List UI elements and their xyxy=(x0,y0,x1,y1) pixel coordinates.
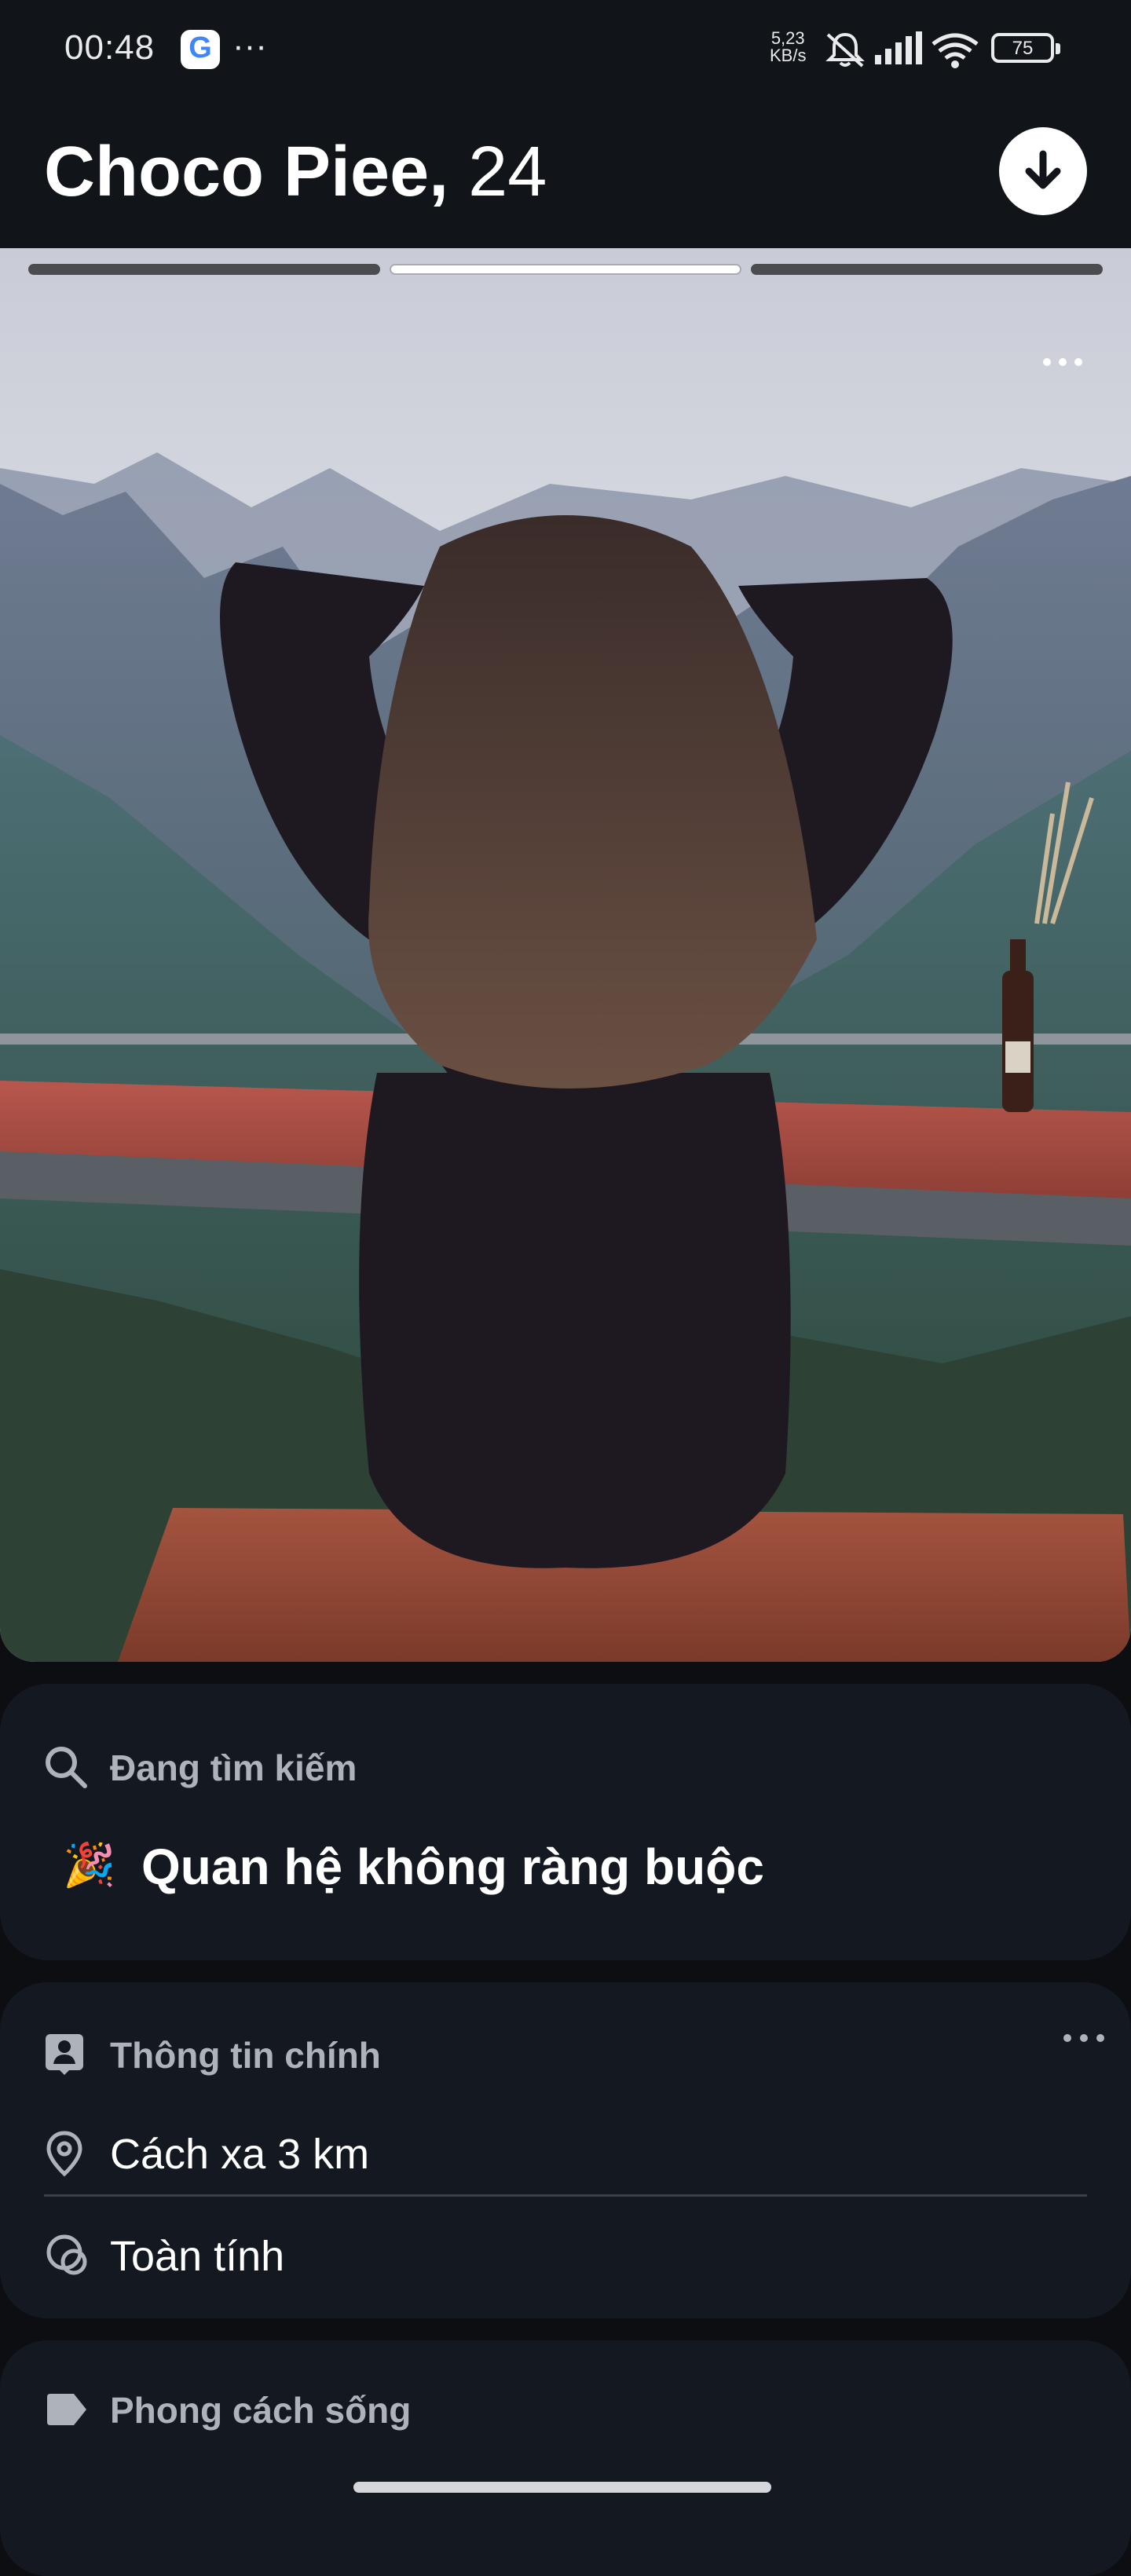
lifestyle-label: Phong cách sống xyxy=(110,2390,412,2431)
location-pin-icon xyxy=(46,2131,82,2177)
status-time: 00:48 xyxy=(64,28,156,67)
basics-card: Thông tin chính Cách xa 3 km Toàn tính xyxy=(0,1982,1131,2318)
status-bar: 00:48 G ··· 5,23 KB/s 75 xyxy=(0,0,1131,94)
tag-icon xyxy=(47,2394,86,2425)
search-icon xyxy=(46,1747,87,1788)
bell-muted-icon xyxy=(825,32,865,68)
photo-progress xyxy=(28,264,1103,276)
photo-progress-segment-1 xyxy=(28,264,380,275)
arrow-down-icon xyxy=(1025,150,1061,189)
looking-for-value: Quan hệ không ràng buộc xyxy=(141,1839,764,1895)
distance-text: Cách xa 3 km xyxy=(110,2131,370,2178)
photo-progress-segment-3 xyxy=(751,264,1103,275)
basics-divider xyxy=(44,2194,1087,2197)
collapse-profile-button[interactable] xyxy=(999,127,1087,215)
signal-icon xyxy=(875,31,922,64)
more-notifications-icon: ··· xyxy=(232,27,267,65)
basics-more-options-icon[interactable] xyxy=(1060,2026,1107,2050)
profile-title: Choco Piee, 24 xyxy=(44,129,547,215)
looking-for-card: Đang tìm kiếm 🎉 Quan hệ không ràng buộc xyxy=(0,1684,1131,1960)
gender-text: Toàn tính xyxy=(110,2233,285,2280)
profile-name: Choco Piee, xyxy=(44,133,449,211)
basics-label: Thông tin chính xyxy=(110,2035,381,2076)
home-indicator[interactable] xyxy=(353,2482,771,2493)
network-speed: 5,23 KB/s xyxy=(770,28,807,65)
profile-age: 24 xyxy=(468,133,547,211)
photo-more-options-icon[interactable] xyxy=(1035,342,1098,382)
battery-icon: 75 xyxy=(991,33,1060,63)
profile-photo[interactable] xyxy=(0,248,1131,1662)
gender-icon xyxy=(46,2234,87,2275)
photo-image xyxy=(0,248,1131,1662)
lifestyle-card: Phong cách sống xyxy=(0,2340,1131,2576)
wifi-icon xyxy=(932,33,979,68)
photo-progress-segment-2 xyxy=(390,264,741,275)
party-popper-icon: 🎉 xyxy=(63,1842,116,1889)
looking-for-label: Đang tìm kiếm xyxy=(110,1747,357,1788)
google-app-icon: G xyxy=(181,30,220,69)
contact-card-icon xyxy=(46,2034,83,2075)
profile-header: Choco Piee, 24 xyxy=(0,94,1131,248)
